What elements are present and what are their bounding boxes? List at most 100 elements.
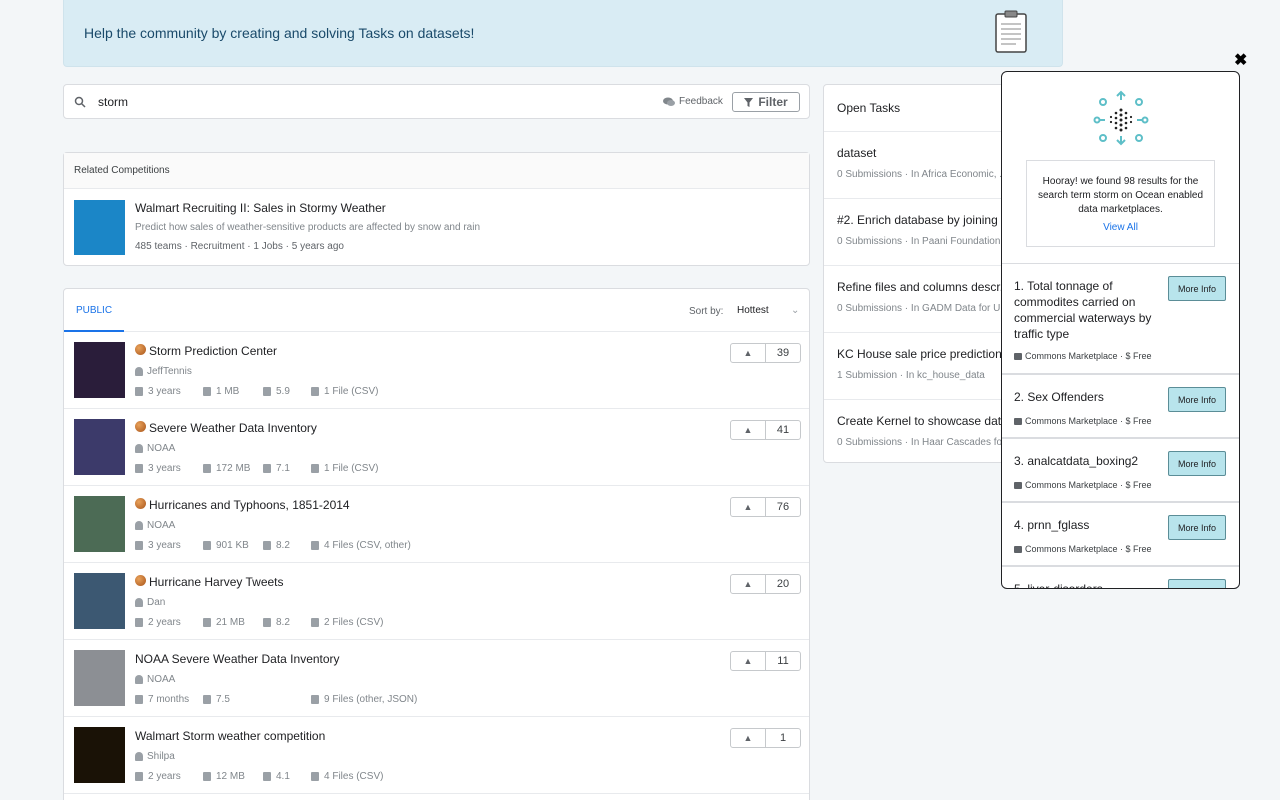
upvote-control: ▲ 39 — [730, 343, 801, 363]
dataset-row[interactable]: Severe Weather Data Inventory NOAA 3 years… — [64, 409, 809, 486]
task-item[interactable]: #2. Enrich database by joining ... 0 Subm… — [824, 199, 1022, 266]
task-title[interactable]: KC House sale price prediction... — [837, 347, 1012, 361]
ocean-logo-icon — [1093, 90, 1149, 146]
more-info-button[interactable]: More Info — [1168, 451, 1226, 476]
user-icon — [135, 675, 143, 684]
files-text: 1 File (CSV) — [324, 386, 379, 397]
age-text: 2 years — [148, 771, 181, 782]
upvote-button[interactable]: ▲ — [731, 344, 766, 362]
upvote-button[interactable]: ▲ — [731, 729, 766, 747]
marketplace-result: 1. Total tonnage of commodites carried o… — [1002, 263, 1239, 374]
dataset-thumbnail[interactable] — [74, 342, 125, 398]
feedback-link[interactable]: Feedback — [663, 96, 723, 107]
owner-name: Dan — [147, 597, 166, 608]
usability-icon — [263, 387, 271, 396]
dataset-files: 4 Files (CSV, other) — [311, 540, 411, 551]
tab-public[interactable]: PUBLIC — [64, 289, 124, 332]
task-title[interactable]: dataset — [837, 146, 1009, 160]
task-title[interactable]: #2. Enrich database by joining ... — [837, 213, 1011, 227]
size-text: 21 MB — [216, 617, 245, 628]
age-text: 7 months — [148, 694, 190, 705]
marketplace-result: 5. liver-disorders More Info — [1002, 566, 1239, 588]
chevron-down-icon[interactable]: ⌄ — [791, 305, 799, 316]
result-meta: Commons Marketplace · $ Free — [1014, 351, 1152, 361]
usability-icon — [263, 541, 271, 550]
usability-icon — [263, 618, 271, 627]
dataset-title[interactable]: Severe Weather Data Inventory — [149, 421, 317, 435]
dataset-row[interactable]: Hurricanes and Typhoons, 1851-2014 NOAA 3 … — [64, 486, 809, 563]
competition-description: Predict how sales of weather-sensitive p… — [135, 222, 480, 233]
upvote-button[interactable]: ▲ — [731, 575, 766, 593]
task-item[interactable]: Create Kernel to showcase dat... 0 Submis… — [824, 400, 1022, 462]
dataset-thumbnail[interactable] — [74, 650, 125, 706]
owner-name: NOAA — [147, 443, 176, 454]
dataset-thumbnail[interactable] — [74, 496, 125, 552]
upvote-control: ▲ 76 — [730, 497, 801, 517]
competition-thumbnail[interactable] — [74, 200, 125, 255]
competition-meta: 485 teams · Recruitment · 1 Jobs · 5 yea… — [135, 241, 344, 252]
user-icon — [135, 367, 143, 376]
upvote-button[interactable]: ▲ — [731, 498, 766, 516]
dataset-usability: 8.2 — [263, 540, 290, 551]
dataset-title[interactable]: Hurricane Harvey Tweets — [149, 575, 284, 589]
dataset-thumbnail[interactable] — [74, 727, 125, 783]
dataset-size: 12 MB — [203, 771, 245, 782]
more-info-button[interactable]: More Info — [1168, 387, 1226, 412]
age-text: 2 years — [148, 617, 181, 628]
dataset-thumbnail[interactable] — [74, 419, 125, 475]
dataset-title[interactable]: Storm Prediction Center — [149, 344, 277, 358]
competition-title[interactable]: Walmart Recruiting II: Sales in Stormy W… — [135, 201, 386, 215]
task-title[interactable]: Create Kernel to showcase dat... — [837, 414, 1011, 428]
dataset-owner: JeffTennis — [135, 366, 192, 377]
task-item[interactable]: dataset 0 Submissions · In Africa Economi… — [824, 132, 1022, 199]
result-meta: Commons Marketplace · $ Free — [1014, 416, 1152, 426]
size-text: 1 MB — [216, 386, 240, 397]
result-meta: Commons Marketplace · $ Free — [1014, 544, 1152, 554]
dataset-thumbnail[interactable] — [74, 573, 125, 629]
dataset-title[interactable]: Hurricanes and Typhoons, 1851-2014 — [149, 498, 350, 512]
more-info-button[interactable]: More Info — [1168, 515, 1226, 540]
dataset-title[interactable]: NOAA Severe Weather Data Inventory — [135, 652, 340, 666]
dataset-row[interactable]: NOAA Severe Weather Data Inventory NOAA 7 … — [64, 640, 809, 717]
result-meta-text: Commons Marketplace · $ Free — [1025, 544, 1152, 554]
close-icon[interactable]: ✖ — [1234, 50, 1247, 70]
dataset-age: 3 years — [135, 463, 181, 474]
user-icon — [135, 521, 143, 530]
user-icon — [135, 752, 143, 761]
usability-text: 7.1 — [276, 463, 290, 474]
dataset-usability: 4.1 — [263, 771, 290, 782]
upvote-button[interactable]: ▲ — [731, 652, 766, 670]
dataset-usability: 5.9 — [263, 386, 290, 397]
task-title[interactable]: Refine files and columns descr... — [837, 280, 1010, 294]
upvote-button[interactable]: ▲ — [731, 421, 766, 439]
upvote-control: ▲ 1 — [730, 728, 801, 748]
task-item[interactable]: Refine files and columns descr... 0 Submi… — [824, 266, 1022, 333]
dataset-row[interactable]: Walmart Storm weather competition Shilpa 2… — [64, 717, 809, 794]
result-title: 1. Total tonnage of commodites carried o… — [1014, 279, 1152, 341]
database-icon — [203, 387, 211, 396]
result-meta: Commons Marketplace · $ Free — [1014, 480, 1152, 490]
dataset-owner: Dan — [135, 597, 165, 608]
task-item[interactable]: KC House sale price prediction... 1 Submi… — [824, 333, 1022, 400]
dataset-owner: NOAA — [135, 520, 175, 531]
owner-name: NOAA — [147, 520, 176, 531]
vote-count: 76 — [776, 501, 790, 513]
sort-select[interactable]: Hottest — [737, 305, 769, 316]
dataset-age: 7 months — [135, 694, 189, 705]
dataset-files: 1 File (CSV) — [311, 463, 378, 474]
search-input[interactable] — [98, 93, 598, 111]
ocean-popup: Hooray! we found 98 results for the sear… — [1001, 71, 1240, 589]
dataset-row[interactable]: Hurricane Harvey Tweets Dan 2 years 21 MB 8.… — [64, 563, 809, 640]
files-text: 9 Files (other, JSON) — [324, 694, 418, 705]
more-info-button[interactable]: More Info — [1168, 579, 1226, 588]
dataset-row[interactable]: Storm Prediction Center JeffTennis 3 years… — [64, 332, 809, 409]
dataset-size: 172 MB — [203, 463, 250, 474]
vote-count: 20 — [776, 578, 790, 590]
dataset-title[interactable]: Walmart Storm weather competition — [135, 729, 325, 743]
usability-text: 8.2 — [276, 617, 290, 628]
task-meta: 0 Submissions · In GADM Data for U... — [837, 303, 1009, 314]
view-all-link[interactable]: View All — [1035, 221, 1206, 235]
file-icon — [311, 695, 319, 704]
more-info-button[interactable]: More Info — [1168, 276, 1226, 301]
filter-button[interactable]: Filter — [732, 92, 800, 112]
